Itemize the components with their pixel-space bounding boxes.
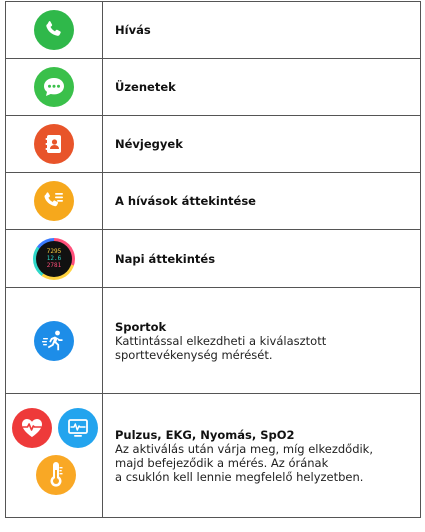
table-row: Pulzus, EKG, Nyomás, SpO2 Az aktiválás u…	[5, 394, 421, 518]
icon-cell	[6, 394, 103, 517]
running-icon	[34, 320, 74, 361]
text-cell: Napi áttekintés	[103, 230, 420, 287]
contacts-icon	[34, 124, 74, 164]
row-title: Névjegyek	[115, 137, 183, 151]
ecg-icon	[58, 408, 98, 448]
row-description-line: a csuklón kell lennie megfelelő helyzetb…	[115, 469, 364, 484]
watchface-steps: 7295	[46, 248, 62, 255]
icon-cell	[6, 288, 103, 393]
icon-cell	[6, 59, 103, 115]
row-description-line: Az aktiválás után várja meg, míg elkezdő…	[115, 441, 373, 456]
row-title: Üzenetek	[115, 80, 176, 94]
row-description-line: Kattintással elkezdheti a kiválasztott	[115, 333, 327, 348]
row-title: Hívás	[115, 23, 151, 37]
message-icon	[34, 67, 74, 107]
heart-rate-icon	[12, 408, 52, 448]
icon-cell	[6, 173, 103, 229]
text-cell: Pulzus, EKG, Nyomás, SpO2 Az aktiválás u…	[103, 394, 420, 517]
watchface-screen: 7295 12.6 2781	[36, 240, 72, 277]
phone-icon	[34, 10, 74, 50]
text-cell: Üzenetek	[103, 59, 420, 115]
text-cell: Névjegyek	[103, 116, 420, 172]
row-title: Napi áttekintés	[115, 251, 216, 266]
feature-table: Hívás Üzenetek Névjegyek A hívások áttek…	[5, 1, 421, 518]
icon-cell	[6, 2, 103, 58]
row-description-line: majd befejeződik a mérés. Az órának	[115, 455, 329, 470]
table-row: Sportok Kattintással elkezdheti a kivála…	[5, 288, 421, 394]
row-title: Pulzus, EKG, Nyomás, SpO2	[115, 427, 295, 442]
watchface-icon: 7295 12.6 2781	[33, 237, 75, 280]
row-description-line: sporttevékenység mérését.	[115, 347, 273, 362]
spo2-icon	[36, 455, 76, 495]
watchface-calories: 2781	[46, 262, 62, 269]
row-title: A hívások áttekintése	[115, 194, 256, 208]
call-log-icon	[34, 181, 74, 221]
table-row: 7295 12.6 2781 Napi áttekintés	[5, 230, 421, 288]
icon-cell	[6, 116, 103, 172]
watchface-distance: 12.6	[46, 255, 62, 262]
icon-cell: 7295 12.6 2781	[6, 230, 103, 287]
text-cell: A hívások áttekintése	[103, 173, 420, 229]
table-row: A hívások áttekintése	[5, 173, 421, 230]
text-cell: Hívás	[103, 2, 420, 58]
table-row: Névjegyek	[5, 116, 421, 173]
text-cell: Sportok Kattintással elkezdheti a kivála…	[103, 288, 420, 393]
table-row: Hívás	[5, 2, 421, 59]
table-row: Üzenetek	[5, 59, 421, 116]
row-title: Sportok	[115, 319, 167, 334]
